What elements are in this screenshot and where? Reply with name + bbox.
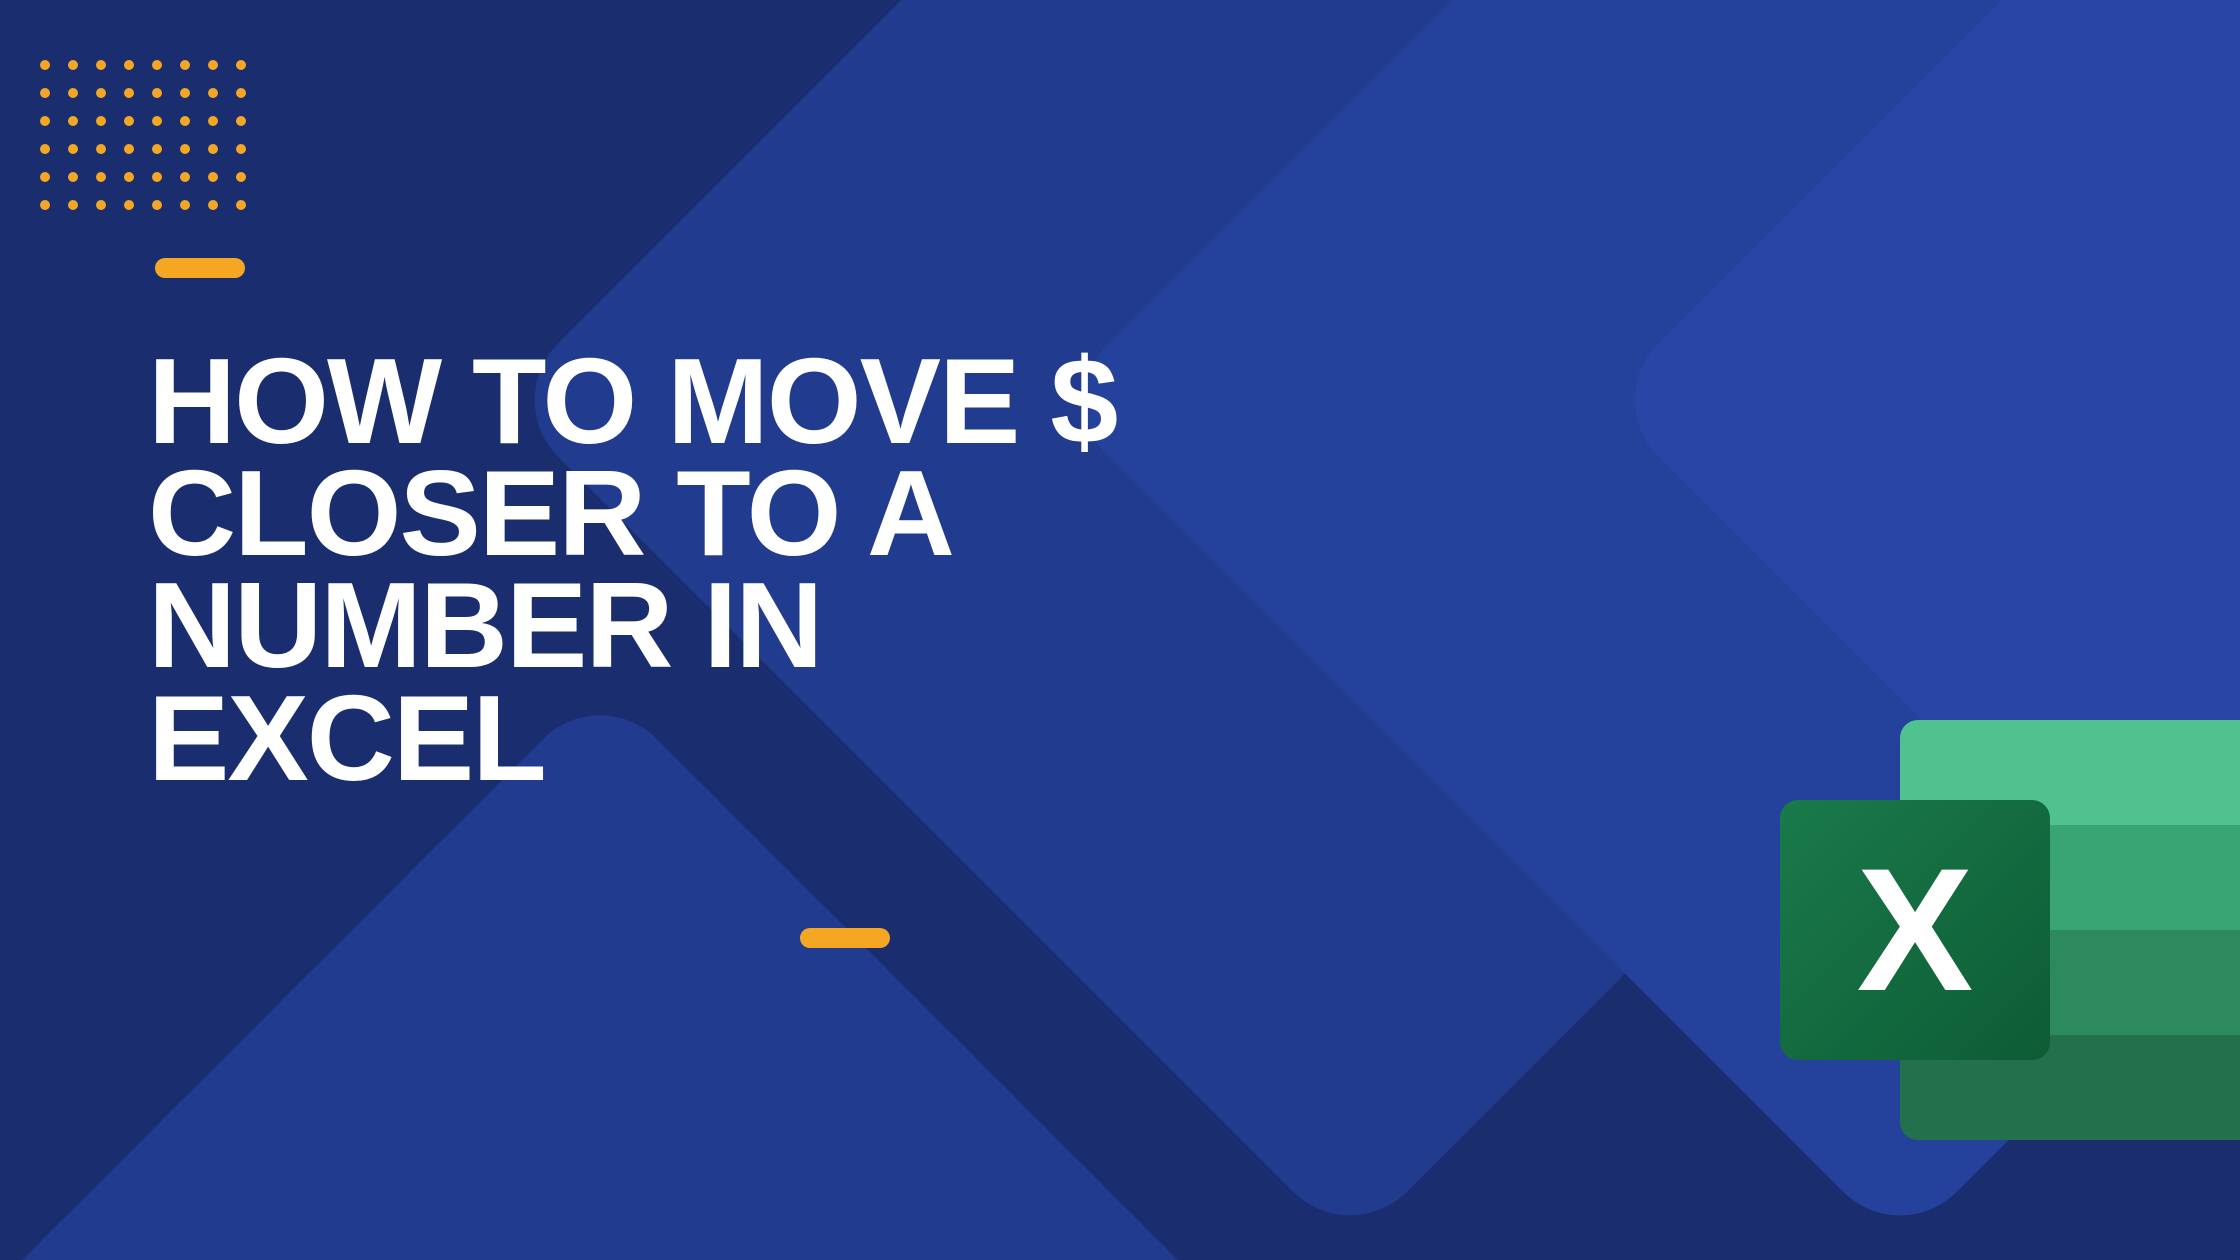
dot xyxy=(124,172,134,182)
dot xyxy=(68,88,78,98)
excel-icon: X xyxy=(1780,720,2240,1140)
dot xyxy=(180,172,190,182)
dot xyxy=(68,200,78,210)
dot xyxy=(68,144,78,154)
dot xyxy=(208,116,218,126)
dot xyxy=(124,200,134,210)
graphic-canvas: HOW TO MOVE $ CLOSER TO A NUMBER IN EXCE… xyxy=(0,0,2240,1260)
dot xyxy=(124,116,134,126)
dot xyxy=(152,144,162,154)
dot xyxy=(208,172,218,182)
dot xyxy=(96,60,106,70)
dot xyxy=(180,60,190,70)
dot xyxy=(208,60,218,70)
dot xyxy=(152,60,162,70)
dot xyxy=(152,200,162,210)
dot xyxy=(236,60,246,70)
dot xyxy=(40,172,50,182)
dot xyxy=(208,200,218,210)
dot xyxy=(40,60,50,70)
dot xyxy=(40,200,50,210)
excel-letter: X xyxy=(1857,830,1974,1031)
dot xyxy=(96,116,106,126)
dot xyxy=(152,88,162,98)
dot xyxy=(68,172,78,182)
dot xyxy=(236,116,246,126)
dot xyxy=(124,88,134,98)
dot xyxy=(96,144,106,154)
dot xyxy=(40,88,50,98)
dot xyxy=(236,88,246,98)
dot xyxy=(208,144,218,154)
dot xyxy=(96,88,106,98)
decorative-dot-grid xyxy=(40,60,246,210)
dot xyxy=(180,144,190,154)
accent-pill-bottom xyxy=(800,928,890,948)
dot xyxy=(180,88,190,98)
dot xyxy=(124,144,134,154)
dot xyxy=(152,116,162,126)
dot xyxy=(124,60,134,70)
dot xyxy=(96,200,106,210)
dot xyxy=(96,172,106,182)
dot xyxy=(236,144,246,154)
dot xyxy=(40,144,50,154)
dot xyxy=(40,116,50,126)
accent-pill-top xyxy=(155,258,245,278)
dot xyxy=(208,88,218,98)
excel-icon-front-tile: X xyxy=(1780,800,2050,1060)
dot xyxy=(236,172,246,182)
dot xyxy=(180,200,190,210)
dot xyxy=(68,116,78,126)
dot xyxy=(180,116,190,126)
dot xyxy=(152,172,162,182)
main-title: HOW TO MOVE $ CLOSER TO A NUMBER IN EXCE… xyxy=(148,345,1116,794)
dot xyxy=(68,60,78,70)
dot xyxy=(236,200,246,210)
